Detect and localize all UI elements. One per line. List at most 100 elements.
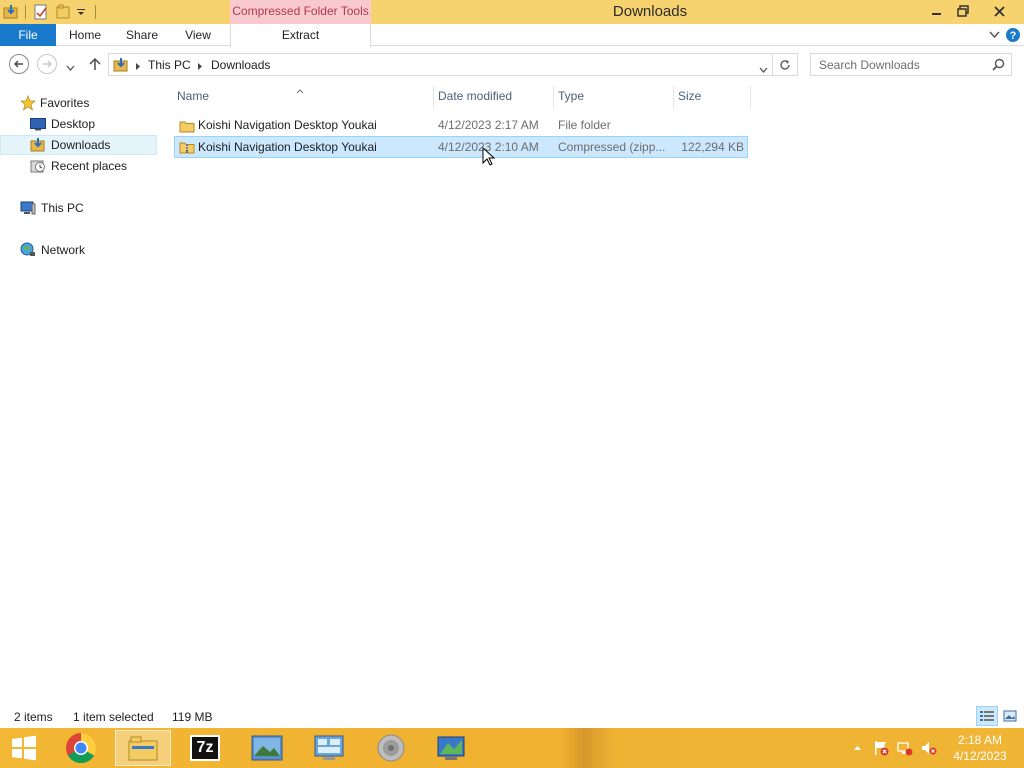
file-tab[interactable]: File: [0, 24, 56, 46]
tab-extract[interactable]: Extract: [230, 24, 371, 47]
nav-desktop[interactable]: Desktop: [0, 114, 157, 134]
speaker-icon: [377, 734, 405, 762]
nav-downloads-label: Downloads: [51, 138, 111, 152]
file-explorer-taskbar-button[interactable]: [115, 730, 171, 766]
zip-folder-icon: [179, 139, 195, 158]
search-placeholder: Search Downloads: [819, 58, 920, 72]
control-panel-icon: [314, 735, 344, 760]
status-size: 119 MB: [172, 710, 213, 724]
search-icon[interactable]: [992, 58, 1005, 74]
ribbon-tab-row: File Home Share View Extract ?: [0, 24, 1024, 47]
minimize-button[interactable]: [924, 0, 950, 22]
qat-separator: [95, 5, 96, 19]
column-header-type[interactable]: Type: [553, 86, 671, 108]
nav-this-pc[interactable]: This PC: [0, 198, 157, 218]
nav-network[interactable]: Network: [0, 240, 157, 260]
folder-icon: [179, 118, 195, 137]
start-button[interactable]: [0, 730, 48, 766]
large-icons-view-button[interactable]: [1001, 707, 1019, 725]
properties-icon[interactable]: [32, 3, 50, 21]
taskbar-clock[interactable]: 2:18 AM 4/12/2023: [940, 732, 1020, 764]
navigation-bar: This PC Downloads Search Downloads: [0, 47, 1024, 83]
chrome-icon: [66, 733, 97, 764]
photo-viewer-taskbar-button[interactable]: [239, 730, 295, 766]
nav-desktop-label: Desktop: [51, 117, 96, 131]
navigation-pane: Favorites Desktop Downloads Recent place…: [0, 83, 157, 705]
tab-view[interactable]: View: [176, 24, 220, 46]
breadcrumb-chevron-icon[interactable]: [135, 60, 141, 74]
file-row[interactable]: Koishi Navigation Desktop Youkai 4/12/20…: [174, 116, 748, 136]
tab-home[interactable]: Home: [60, 24, 110, 46]
tab-share[interactable]: Share: [118, 24, 166, 46]
status-item-count: 2 items: [14, 710, 53, 724]
downloads-location-icon: [113, 57, 129, 76]
show-hidden-icons-icon[interactable]: [852, 740, 862, 756]
explorer-app-icon[interactable]: [2, 3, 20, 21]
new-folder-icon[interactable]: [54, 3, 72, 21]
network-app-icon: [437, 736, 465, 760]
column-header-name[interactable]: Name: [173, 86, 431, 108]
back-button[interactable]: [9, 54, 29, 74]
tab-extract-label: Extract: [281, 28, 320, 42]
forward-button[interactable]: [37, 54, 57, 74]
breadcrumb-this-pc[interactable]: This PC: [148, 58, 191, 72]
star-icon: [20, 95, 36, 111]
column-header-date-modified[interactable]: Date modified: [433, 86, 551, 108]
compressed-folder-tools-header: Compressed Folder Tools: [230, 0, 371, 24]
computer-icon: [20, 200, 36, 216]
breadcrumb-chevron-icon[interactable]: [197, 60, 203, 74]
search-input[interactable]: Search Downloads: [810, 53, 1012, 76]
recent-locations-chevron-icon[interactable]: [66, 60, 75, 74]
network-icon: [20, 242, 36, 258]
nav-favorites-label: Favorites: [40, 96, 90, 110]
desktop-icon: [30, 117, 46, 131]
refresh-icon: [780, 59, 790, 70]
restore-button[interactable]: [950, 0, 976, 22]
file-type: Compressed (zipp...: [558, 140, 666, 154]
clock-date: 4/12/2023: [953, 749, 1007, 763]
qat-dropdown-icon[interactable]: [74, 3, 88, 21]
title-bar: Compressed Folder Tools Downloads: [0, 0, 1024, 24]
network-status-icon[interactable]: [896, 740, 914, 756]
up-arrow-icon[interactable]: [88, 57, 102, 74]
nav-downloads[interactable]: Downloads: [0, 135, 157, 155]
details-view-icon: [980, 711, 994, 721]
details-view-button[interactable]: [976, 706, 998, 726]
column-header-size[interactable]: Size: [673, 86, 751, 108]
address-dropdown-icon[interactable]: [759, 62, 768, 76]
breadcrumb-downloads[interactable]: Downloads: [211, 58, 270, 72]
file-type: File folder: [558, 118, 611, 132]
status-selection: 1 item selected: [73, 710, 154, 724]
refresh-button[interactable]: [773, 53, 798, 76]
taskbar: 7z 2:18 AM 4/12/2023: [0, 728, 1024, 768]
nav-recent-places[interactable]: Recent places: [0, 156, 157, 176]
file-size: 122,294 KB: [681, 140, 744, 154]
volume-muted-icon[interactable]: [920, 740, 938, 756]
control-panel-taskbar-button[interactable]: [301, 730, 357, 766]
status-bar: 2 items 1 item selected 119 MB: [0, 705, 1024, 728]
downloads-folder-icon: [30, 137, 46, 153]
mouse-cursor-icon: [482, 146, 496, 170]
clock-time: 2:18 AM: [957, 733, 1003, 747]
action-center-flag-icon[interactable]: [872, 740, 890, 756]
address-bar[interactable]: This PC Downloads: [108, 53, 773, 76]
nav-recent-places-label: Recent places: [51, 159, 128, 173]
speaker-taskbar-button[interactable]: [363, 730, 419, 766]
close-button[interactable]: [986, 0, 1012, 22]
file-date: 4/12/2023 2:17 AM: [438, 118, 539, 132]
chrome-taskbar-button[interactable]: [53, 730, 109, 766]
7zip-taskbar-button[interactable]: 7z: [177, 730, 233, 766]
nav-favorites[interactable]: Favorites: [0, 93, 157, 113]
7zip-label: 7z: [196, 739, 214, 756]
qat-separator: [25, 5, 26, 19]
network-app-taskbar-button[interactable]: [423, 730, 479, 766]
file-row[interactable]: Koishi Navigation Desktop Youkai 4/12/20…: [174, 136, 748, 158]
window-title: Downloads: [612, 3, 688, 20]
file-name: Koishi Navigation Desktop Youkai: [198, 118, 377, 132]
file-name: Koishi Navigation Desktop Youkai: [198, 140, 377, 154]
explorer-window: Compressed Folder Tools Downloads File H…: [0, 0, 1024, 768]
photo-viewer-icon: [251, 735, 283, 761]
recent-places-icon: [30, 158, 46, 174]
help-icon[interactable]: ?: [1000, 24, 1024, 46]
windows-logo-icon: [12, 735, 36, 761]
